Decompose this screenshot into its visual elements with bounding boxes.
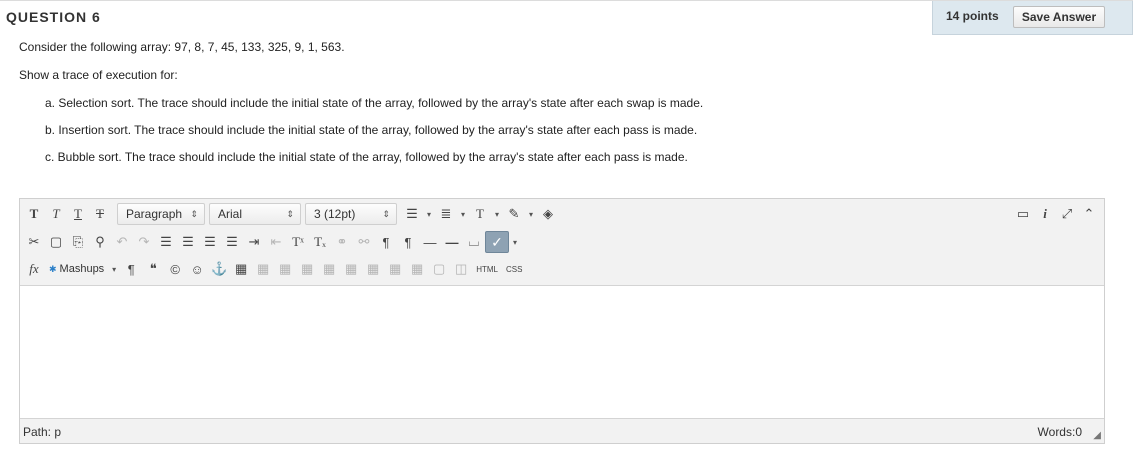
save-answer-button[interactable]: Save Answer xyxy=(1013,6,1105,28)
question-title: QUESTION 6 xyxy=(6,9,101,25)
math-icon[interactable]: fx xyxy=(23,258,45,280)
table-cell-props-icon[interactable]: ▦ xyxy=(274,258,296,280)
format-select-value: Paragraph xyxy=(126,207,183,221)
paste-icon[interactable]: ⎘ xyxy=(67,231,89,253)
resize-grip-icon[interactable]: ◢ xyxy=(1093,430,1101,441)
editor-status-bar: Path: p Words:0 ◢ xyxy=(20,418,1104,443)
subscript-icon[interactable]: Tₓ xyxy=(309,231,331,253)
mashups-menu[interactable]: ✱ Mashups xyxy=(45,258,108,280)
insert-row-after-icon[interactable]: ▦ xyxy=(318,258,340,280)
select-arrows-icon: ⇕ xyxy=(190,208,198,219)
size-select[interactable]: 3 (12pt) ⇕ xyxy=(305,203,397,225)
select-arrows-icon: ⇕ xyxy=(286,208,294,219)
question-prompt: Show a trace of execution for: xyxy=(19,68,178,82)
nonbreaking-space-icon[interactable]: ⌴ xyxy=(463,231,485,253)
copyright-icon[interactable]: © xyxy=(164,258,186,280)
chevron-down-icon[interactable]: ▾ xyxy=(423,203,435,225)
preview-icon[interactable]: ▭ xyxy=(1012,203,1034,225)
spellcheck-icon[interactable]: ✓ xyxy=(485,231,509,253)
align-left-icon[interactable]: ☰ xyxy=(155,231,177,253)
fullscreen-icon[interactable]: ⤢ xyxy=(1056,203,1078,225)
find-icon[interactable]: ⚲ xyxy=(89,231,111,253)
insert-row-before-icon[interactable]: ▦ xyxy=(296,258,318,280)
info-icon[interactable]: i xyxy=(1034,203,1056,225)
html-button[interactable]: HTML xyxy=(472,258,502,280)
select-arrows-icon: ⇕ xyxy=(382,208,390,219)
question-intro: Consider the following array: 97, 8, 7, … xyxy=(19,40,345,54)
size-select-value: 3 (12pt) xyxy=(314,207,356,221)
emoticon-icon[interactable]: ☺ xyxy=(186,258,208,280)
toolbar-row-2: ✂ ▢ ⎘ ⚲ ↶ ↷ ☰ ☰ ☰ ☰ ⇥ ⇤ Tˣ Tₓ ⚭ ⚯ ¶ ¶ — … xyxy=(23,230,521,254)
link-icon[interactable]: ⚭ xyxy=(331,231,353,253)
chevron-down-icon[interactable]: ▾ xyxy=(457,203,469,225)
eraser-icon[interactable]: ◈ xyxy=(537,203,559,225)
unlink-icon[interactable]: ⚯ xyxy=(353,231,375,253)
bold-icon[interactable]: T xyxy=(23,203,45,225)
chevron-down-icon[interactable]: ▾ xyxy=(491,203,503,225)
highlight-icon[interactable]: ✎ xyxy=(503,203,525,225)
question-part-a: a. Selection sort. The trace should incl… xyxy=(45,96,704,110)
chevron-down-icon[interactable]: ▾ xyxy=(525,203,537,225)
insert-col-after-icon[interactable]: ▦ xyxy=(384,258,406,280)
numbered-list-icon[interactable]: ≣ xyxy=(435,203,457,225)
strikethrough-icon[interactable]: T xyxy=(89,203,111,225)
toolbar-row-3: fx ✱ Mashups ▾ ¶ ❝ © ☺ ⚓ ▦ ▦ ▦ ▦ ▦ ▦ ▦ ▦… xyxy=(23,257,526,281)
superscript-icon[interactable]: Tˣ xyxy=(287,231,309,253)
mashups-label: Mashups xyxy=(59,263,105,275)
blockquote-icon[interactable]: ❝ xyxy=(142,258,164,280)
rich-text-editor: T T T T Paragraph ⇕ Arial ⇕ 3 (12pt) ⇕ ☰… xyxy=(19,198,1105,444)
delete-col-icon[interactable]: ▦ xyxy=(406,258,428,280)
toolbar-row-1: T T T T Paragraph ⇕ Arial ⇕ 3 (12pt) ⇕ ☰… xyxy=(23,202,559,226)
format-select[interactable]: Paragraph ⇕ xyxy=(117,203,205,225)
cut-icon[interactable]: ✂ xyxy=(23,231,45,253)
editor-content-area[interactable] xyxy=(20,286,1104,419)
outdent-icon[interactable]: ⇤ xyxy=(265,231,287,253)
insert-col-before-icon[interactable]: ▦ xyxy=(362,258,384,280)
path-label: Path: p xyxy=(23,425,62,439)
undo-icon[interactable]: ↶ xyxy=(111,231,133,253)
points-panel: 14 points Save Answer xyxy=(932,1,1133,35)
css-button[interactable]: CSS xyxy=(502,258,526,280)
split-cells-icon[interactable]: ▢ xyxy=(428,258,450,280)
text-color-icon[interactable]: T xyxy=(469,203,491,225)
align-right-icon[interactable]: ☰ xyxy=(199,231,221,253)
chevron-down-icon[interactable]: ▾ xyxy=(108,258,120,280)
paragraph-icon[interactable]: ¶ xyxy=(120,258,142,280)
points-label: 14 points xyxy=(946,9,999,23)
italic-icon[interactable]: T xyxy=(45,203,67,225)
editor-toolbar: T T T T Paragraph ⇕ Arial ⇕ 3 (12pt) ⇕ ☰… xyxy=(20,199,1104,286)
question-part-b: b. Insertion sort. The trace should incl… xyxy=(45,123,698,137)
redo-icon[interactable]: ↷ xyxy=(133,231,155,253)
copy-icon[interactable]: ▢ xyxy=(45,231,67,253)
chevron-down-icon[interactable]: ▾ xyxy=(509,231,521,253)
word-count: Words:0 xyxy=(1037,425,1082,439)
indent-icon[interactable]: ⇥ xyxy=(243,231,265,253)
mashups-icon: ✱ xyxy=(49,263,57,274)
toolbar-right-tools: ▭ i ⤢ ⌃ xyxy=(1012,202,1100,226)
horizontal-line-icon[interactable]: — xyxy=(419,231,441,253)
font-select[interactable]: Arial ⇕ xyxy=(209,203,301,225)
anchor-icon[interactable]: ⚓ xyxy=(208,258,230,280)
collapse-icon[interactable]: ⌃ xyxy=(1078,203,1100,225)
ltr-icon[interactable]: ¶ xyxy=(375,231,397,253)
underline-icon[interactable]: T xyxy=(67,203,89,225)
table-row-props-icon[interactable]: ▦ xyxy=(252,258,274,280)
delete-row-icon[interactable]: ▦ xyxy=(340,258,362,280)
rtl-icon[interactable]: ¶ xyxy=(397,231,419,253)
align-center-icon[interactable]: ☰ xyxy=(177,231,199,253)
merge-cells-icon[interactable]: ◫ xyxy=(450,258,472,280)
question-header: QUESTION 6 14 points Save Answer xyxy=(0,0,1133,35)
bullet-list-icon[interactable]: ☰ xyxy=(401,203,423,225)
font-select-value: Arial xyxy=(218,207,243,221)
align-justify-icon[interactable]: ☰ xyxy=(221,231,243,253)
thick-line-icon[interactable]: — xyxy=(441,231,463,253)
question-part-c: c. Bubble sort. The trace should include… xyxy=(45,150,688,164)
table-icon[interactable]: ▦ xyxy=(230,258,252,280)
